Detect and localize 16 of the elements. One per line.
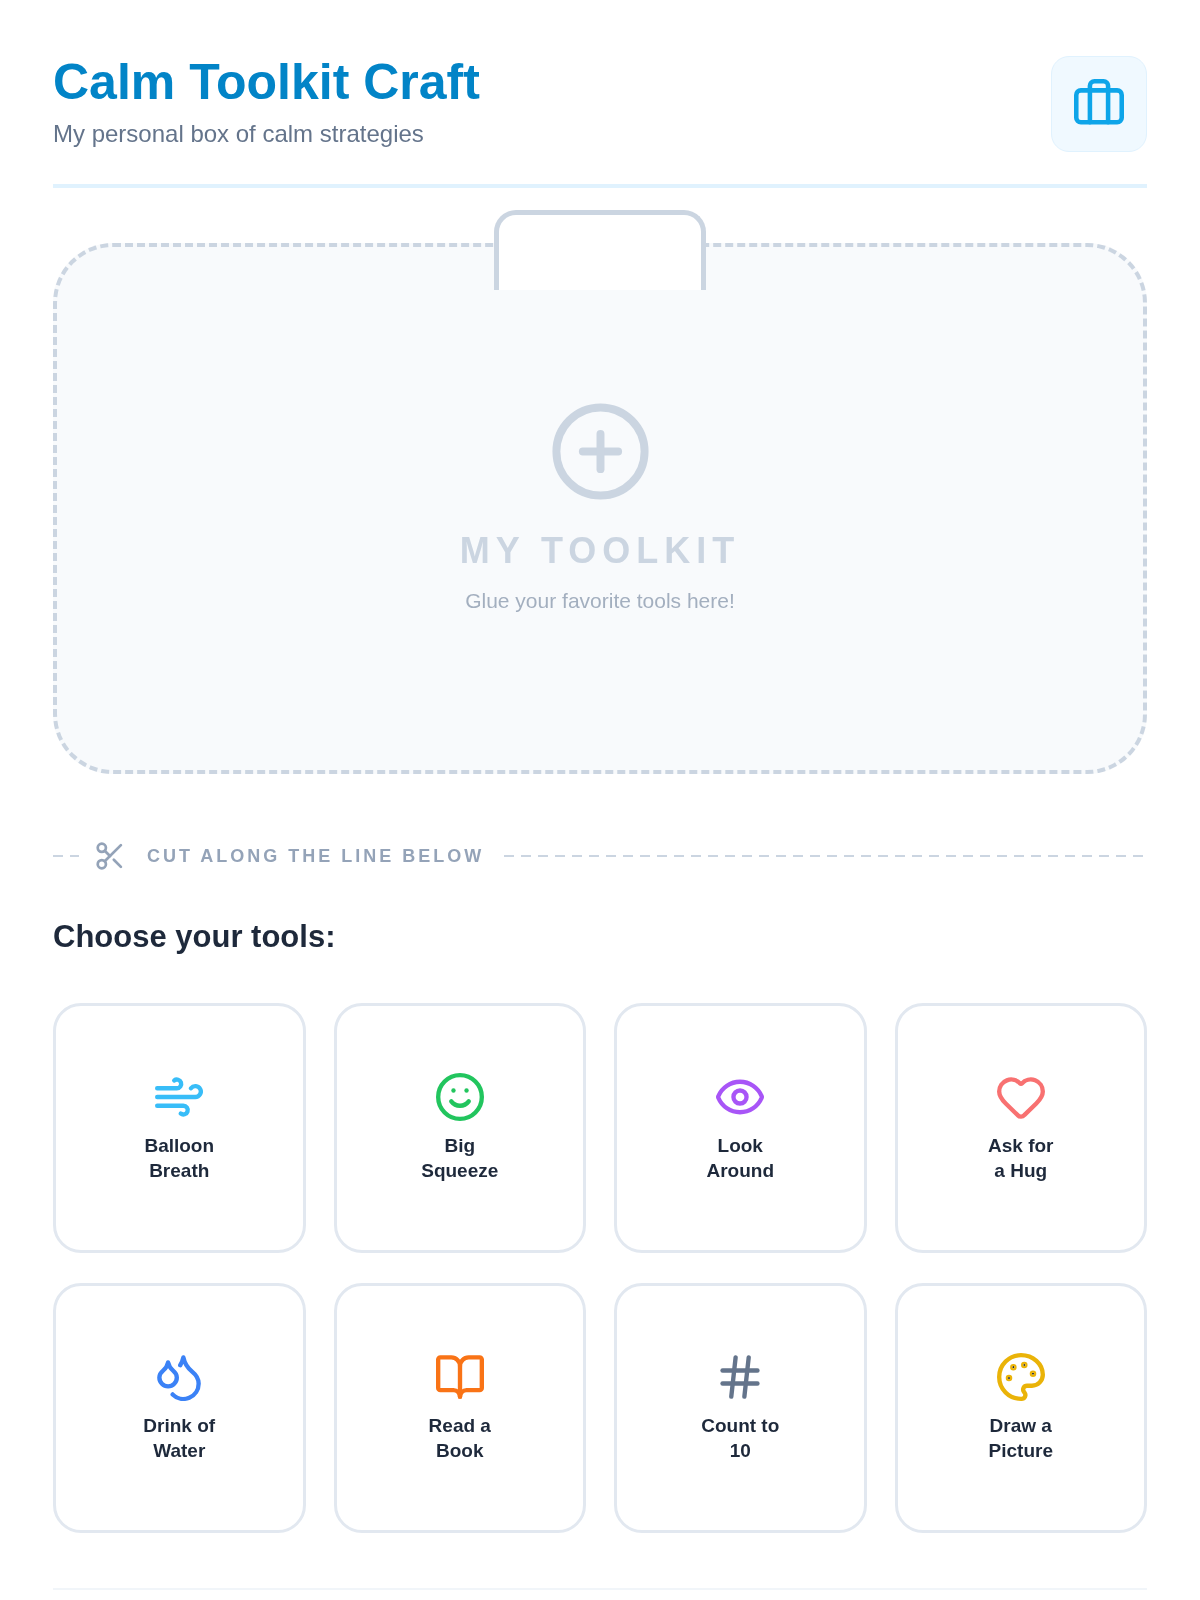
toolbox-button[interactable] <box>1051 56 1147 152</box>
section-heading: Choose your tools: <box>53 918 337 956</box>
cut-line-label: CUT ALONG THE LINE BELOW <box>147 845 485 867</box>
tool-card[interactable]: Drink of Water <box>53 1283 306 1533</box>
tool-card[interactable]: Big Squeeze <box>333 1003 586 1253</box>
tool-card[interactable]: Balloon Breath <box>53 1003 306 1253</box>
tool-card[interactable]: Count to 10 <box>614 1283 867 1533</box>
tool-card[interactable]: Ask for a Hug <box>894 1003 1147 1253</box>
scissors-icon <box>95 841 125 871</box>
tool-card[interactable]: Look Around <box>614 1003 867 1253</box>
tool-card[interactable]: Draw a Picture <box>894 1283 1147 1533</box>
toolkit-hint: Glue your favorite tools here! <box>465 588 735 614</box>
page-subtitle: My personal box of calm strategies <box>53 119 425 149</box>
plus-circle-icon <box>551 403 649 500</box>
tool-card[interactable]: Read a Book <box>333 1283 586 1533</box>
page-title: Calm Toolkit Craft <box>53 53 480 112</box>
